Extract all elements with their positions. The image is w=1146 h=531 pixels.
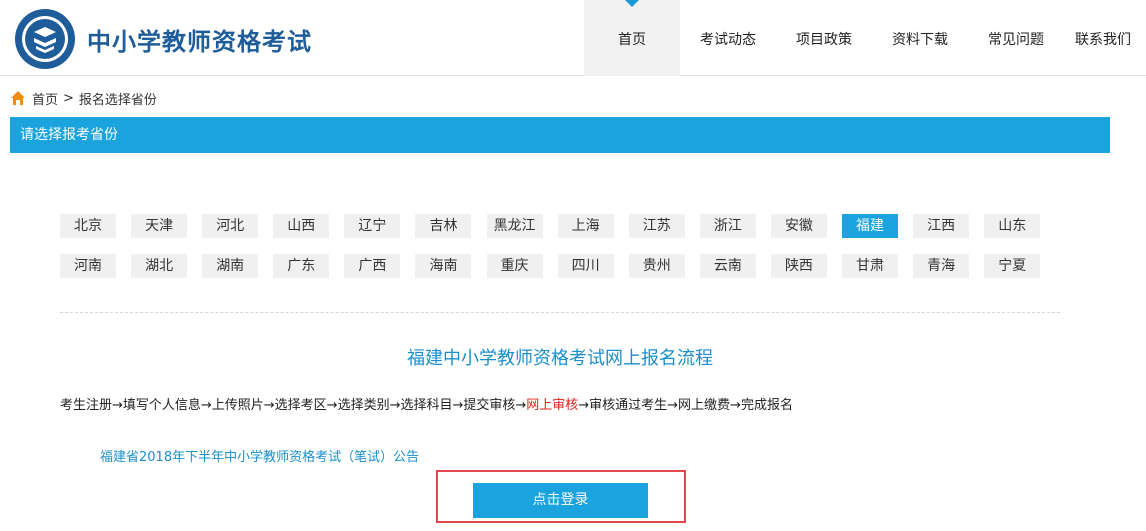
province-button[interactable]: 云南 [699, 254, 756, 278]
active-caret-icon [625, 0, 639, 7]
breadcrumb: 首页 > 报名选择省份 [10, 88, 157, 108]
site-logo-icon[interactable] [14, 8, 76, 70]
province-button[interactable]: 贵州 [628, 254, 685, 278]
nav-item-downloads[interactable]: 资料下载 [872, 0, 968, 76]
exam-notice-link[interactable]: 福建省2018年下半年中小学教师资格考试（笔试）公告 [100, 446, 419, 465]
province-button[interactable]: 重庆 [486, 254, 543, 278]
site-title: 中小学教师资格考试 [87, 28, 312, 56]
process-steps: 考生注册→填写个人信息→上传照片→选择考区→选择类别→选择科目→提交审核→网上审… [60, 394, 793, 413]
province-button[interactable]: 陕西 [770, 254, 827, 278]
province-button[interactable]: 北京 [60, 214, 116, 238]
nav-item-exam-news[interactable]: 考试动态 [680, 0, 776, 76]
nav-label: 考试动态 [700, 32, 756, 48]
province-button[interactable]: 福建 [842, 214, 899, 238]
breadcrumb-separator: > [63, 90, 74, 106]
province-button[interactable]: 甘肃 [842, 254, 899, 278]
province-button[interactable]: 浙江 [699, 214, 756, 238]
province-button[interactable]: 广西 [344, 254, 401, 278]
process-steps-after: →审核通过考生→网上缴费→完成报名 [578, 398, 793, 413]
province-button[interactable]: 山西 [273, 214, 330, 238]
nav-label: 联系我们 [1075, 32, 1131, 48]
province-button[interactable]: 四川 [557, 254, 614, 278]
province-button[interactable]: 安徽 [770, 214, 827, 238]
province-button[interactable]: 黑龙江 [486, 214, 543, 238]
nav-item-policy[interactable]: 项目政策 [776, 0, 872, 76]
province-button[interactable]: 青海 [913, 254, 970, 278]
province-button[interactable]: 湖南 [202, 254, 259, 278]
section-title-bar: 请选择报考省份 [10, 117, 1110, 153]
nav-item-faq[interactable]: 常见问题 [968, 0, 1064, 76]
home-icon [11, 91, 25, 105]
province-button[interactable]: 海南 [415, 254, 472, 278]
province-button[interactable]: 吉林 [415, 214, 472, 238]
nav-label: 首页 [618, 32, 646, 48]
province-button[interactable]: 江西 [913, 214, 970, 238]
province-button[interactable]: 宁夏 [984, 254, 1041, 278]
province-button[interactable]: 辽宁 [344, 214, 401, 238]
nav-label: 项目政策 [796, 32, 852, 48]
main-nav: 首页 考试动态 项目政策 资料下载 常见问题 联系我们 [584, 0, 1142, 76]
process-title: 福建中小学教师资格考试网上报名流程 [407, 348, 713, 369]
nav-item-home[interactable]: 首页 [584, 0, 680, 76]
province-button[interactable]: 江苏 [628, 214, 685, 238]
province-button[interactable]: 山东 [984, 214, 1041, 238]
province-grid: 北京 天津 河北 山西 辽宁 吉林 黑龙江 上海 江苏 浙江 安徽 福建 江西 山东河南 湖北 湖南 广东 广西海… [60, 214, 1050, 294]
process-step-highlight: 网上审核 [526, 398, 579, 413]
login-button[interactable]: 点击登录 [473, 483, 648, 518]
province-button[interactable]: 河南 [60, 254, 116, 278]
province-button[interactable]: 上海 [557, 214, 614, 238]
nav-item-contact[interactable]: 联系我们 [1064, 0, 1142, 76]
province-button[interactable]: 河北 [202, 214, 259, 238]
dashed-divider [60, 312, 1060, 313]
header: 中小学教师资格考试 首页 考试动态 项目政策 资料下载 常见问题 联系我们 [0, 0, 1146, 76]
province-button[interactable]: 湖北 [131, 254, 188, 278]
nav-label: 资料下载 [892, 32, 948, 48]
province-button[interactable]: 广东 [273, 254, 330, 278]
breadcrumb-home-link[interactable]: 首页 [32, 89, 58, 108]
breadcrumb-current: 报名选择省份 [78, 92, 157, 108]
nav-label: 常见问题 [988, 32, 1044, 48]
province-button[interactable]: 天津 [131, 214, 188, 238]
section-title: 请选择报考省份 [20, 127, 118, 143]
process-steps-before: 考生注册→填写个人信息→上传照片→选择考区→选择类别→选择科目→提交审核→ [60, 398, 527, 413]
